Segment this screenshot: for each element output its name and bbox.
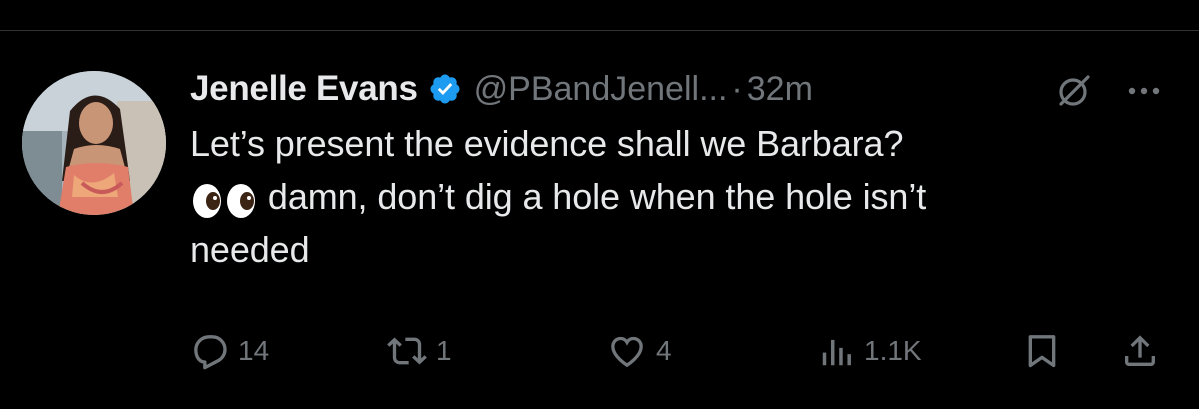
repost-icon	[387, 337, 427, 365]
tweet-content: Jenelle Evans @PBandJenell... · 32m Let’…	[190, 65, 1170, 276]
avatar-image	[22, 71, 166, 215]
views-count: 1.1K	[864, 335, 922, 366]
reply-count: 14	[238, 335, 270, 366]
author-handle[interactable]: @PBandJenell...	[474, 70, 728, 109]
tweet-text-line-2: damn, don’t dig a hole when the hole isn…	[190, 170, 1170, 223]
tweet-actions: 14 1 4 1.1K	[190, 329, 1170, 377]
more-icon[interactable]	[1124, 73, 1164, 109]
avatar[interactable]	[22, 71, 166, 215]
share-icon	[1125, 335, 1155, 366]
repost-count: 1	[436, 335, 452, 366]
views-button[interactable]: 1.1K	[818, 329, 922, 373]
tweet[interactable]: Jenelle Evans @PBandJenell... · 32m Let’…	[0, 31, 1199, 409]
separator-dot: ·	[731, 69, 743, 108]
views-icon	[822, 339, 851, 366]
verified-badge-icon[interactable]	[428, 72, 462, 106]
author-name[interactable]: Jenelle Evans	[190, 69, 418, 109]
bookmark-button[interactable]	[1022, 329, 1062, 373]
tweet-text-line-2-text: damn, don’t dig a hole when the hole isn…	[258, 176, 927, 217]
eyes-emoji	[190, 179, 258, 219]
timestamp[interactable]: 32m	[747, 70, 813, 109]
heart-icon	[611, 336, 643, 368]
tweet-text-line-1: Let’s present the evidence shall we Barb…	[190, 123, 904, 164]
share-button[interactable]	[1120, 329, 1160, 373]
like-button[interactable]: 4	[606, 329, 672, 373]
reply-button[interactable]: 14	[190, 329, 269, 373]
reply-icon	[194, 335, 227, 370]
bookmark-icon	[1028, 335, 1056, 368]
repost-button[interactable]: 1	[386, 329, 452, 373]
like-count: 4	[656, 335, 672, 366]
tweet-header: Jenelle Evans @PBandJenell... · 32m	[190, 65, 1170, 113]
tweet-text: Let’s present the evidence shall we Barb…	[190, 117, 1170, 276]
tweet-text-line-3: needed	[190, 229, 310, 270]
grok-icon[interactable]	[1056, 73, 1092, 109]
